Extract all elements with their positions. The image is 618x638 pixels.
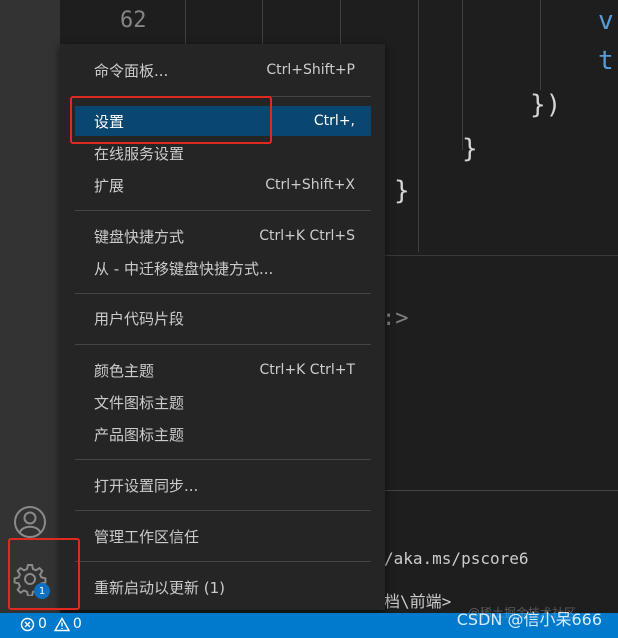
menu-item-label: 从 - 中迁移键盘快捷方式... bbox=[94, 259, 274, 278]
menu-item-migrate-keybindings[interactable]: 从 - 中迁移键盘快捷方式... bbox=[75, 253, 371, 283]
menu-separator bbox=[75, 459, 371, 460]
menu-item-shortcut: Ctrl+K Ctrl+T bbox=[259, 362, 355, 378]
line-number: 62 bbox=[120, 8, 147, 33]
menu-item-keyboard-shortcuts[interactable]: 键盘快捷方式 Ctrl+K Ctrl+S bbox=[75, 221, 371, 251]
indent-guide bbox=[462, 0, 463, 150]
menu-item-label: 管理工作区信任 bbox=[94, 527, 200, 546]
terminal-line: /aka.ms/pscore6 bbox=[384, 549, 529, 568]
menu-item-label: 产品图标主题 bbox=[94, 425, 185, 444]
menu-separator bbox=[75, 344, 371, 345]
warning-count: 0 bbox=[72, 616, 82, 632]
menu-item-label: 在线服务设置 bbox=[94, 144, 185, 163]
menu-item-user-snippets[interactable]: 用户代码片段 bbox=[75, 303, 371, 333]
menu-item-label: 命令面板... bbox=[94, 61, 169, 80]
menu-item-label: 重新启动以更新 (1) bbox=[94, 578, 226, 597]
menu-item-product-icon-theme[interactable]: 产品图标主题 bbox=[75, 419, 371, 449]
csdn-watermark: CSDN @信小呆666 bbox=[456, 610, 602, 629]
menu-item-workspace-trust[interactable]: 管理工作区信任 bbox=[75, 521, 371, 551]
menu-item-file-icon-theme[interactable]: 文件图标主题 bbox=[75, 387, 371, 417]
update-badge: 1 bbox=[34, 583, 50, 599]
code-token: t bbox=[598, 46, 614, 76]
menu-item-command-palette[interactable]: 命令面板... Ctrl+Shift+P bbox=[75, 55, 371, 85]
menu-item-label: 文件图标主题 bbox=[94, 393, 185, 412]
code-token: }) bbox=[530, 90, 562, 120]
error-icon bbox=[20, 617, 35, 631]
menu-item-label: 打开设置同步... bbox=[94, 476, 199, 495]
terminal-line: 档\前端> bbox=[384, 592, 452, 611]
menu-item-restart-to-update[interactable]: 重新启动以更新 (1) bbox=[75, 572, 371, 602]
code-token: :> bbox=[382, 306, 409, 331]
menu-separator bbox=[75, 510, 371, 511]
code-token: } bbox=[394, 176, 410, 206]
menu-item-shortcut: Ctrl+Shift+P bbox=[266, 62, 355, 78]
menu-item-settings-sync[interactable]: 打开设置同步... bbox=[75, 470, 371, 500]
code-token: v bbox=[598, 6, 614, 36]
menu-separator bbox=[75, 293, 371, 294]
menu-item-label: 用户代码片段 bbox=[94, 309, 185, 328]
menu-item-shortcut: Ctrl+K Ctrl+S bbox=[259, 228, 355, 244]
warning-icon bbox=[53, 616, 70, 631]
problems-indicator[interactable]: 0 0 bbox=[20, 616, 82, 632]
annotation-box-settings bbox=[70, 96, 272, 144]
menu-separator bbox=[75, 210, 371, 211]
menu-item-shortcut: Ctrl+, bbox=[313, 113, 355, 129]
code-token: } bbox=[462, 134, 478, 164]
menu-item-extensions[interactable]: 扩展 Ctrl+Shift+X bbox=[75, 170, 371, 200]
indent-guide bbox=[540, 0, 541, 90]
indent-guide bbox=[418, 0, 419, 252]
menu-item-label: 扩展 bbox=[94, 176, 125, 195]
account-icon[interactable] bbox=[13, 505, 47, 539]
menu-item-color-theme[interactable]: 颜色主题 Ctrl+K Ctrl+T bbox=[75, 355, 371, 385]
menu-item-label: 颜色主题 bbox=[94, 361, 155, 380]
menu-separator bbox=[75, 561, 371, 562]
error-count: 0 bbox=[38, 616, 47, 632]
menu-item-shortcut: Ctrl+Shift+X bbox=[265, 177, 355, 193]
menu-item-label: 键盘快捷方式 bbox=[94, 227, 185, 246]
